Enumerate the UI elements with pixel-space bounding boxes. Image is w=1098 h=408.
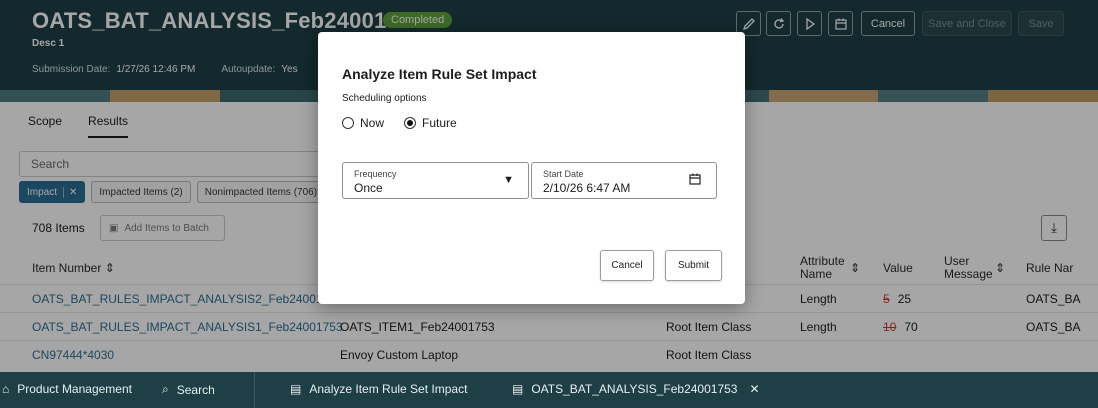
chevron-down-icon[interactable]: ▼ — [503, 174, 514, 186]
bottom-taskbar: ⌂ Product Management ⌕ Search ▤ Analyze … — [0, 372, 1098, 408]
taskbar-tab-analysis[interactable]: ▤ OATS_BAT_ANALYSIS_Feb24001753 ✕ — [512, 382, 760, 396]
radio-now-indicator[interactable] — [342, 117, 354, 129]
frequency-select[interactable]: Frequency Once ▼ — [342, 162, 529, 199]
search-icon: ⌕ — [162, 382, 169, 396]
frequency-label: Frequency — [354, 169, 397, 179]
frequency-value: Once — [354, 181, 383, 195]
taskbar-search-label: Search — [176, 382, 215, 397]
product-management-link[interactable]: ⌂ Product Management — [2, 382, 132, 396]
start-date-value: 2/10/26 6:47 AM — [543, 181, 631, 195]
taskbar-tab-analyze[interactable]: ▤ Analyze Item Rule Set Impact — [290, 382, 467, 396]
start-date-field[interactable]: Start Date 2/10/26 6:47 AM — [531, 162, 717, 199]
home-icon: ⌂ — [2, 382, 10, 396]
product-management-label: Product Management — [17, 382, 132, 396]
document-icon: ▤ — [512, 382, 524, 396]
dialog-cancel-button[interactable]: Cancel — [600, 250, 654, 281]
scheduling-options-label: Scheduling options — [342, 93, 427, 104]
radio-future-label: Future — [422, 116, 457, 130]
taskbar-tab-analyze-label: Analyze Item Rule Set Impact — [309, 382, 468, 396]
radio-now[interactable]: Now — [342, 116, 384, 130]
radio-future-indicator[interactable] — [404, 117, 416, 129]
submit-button[interactable]: Submit — [665, 250, 722, 281]
taskbar-search[interactable]: ⌕ Search — [162, 382, 215, 397]
radio-future[interactable]: Future — [404, 116, 457, 130]
document-icon: ▤ — [290, 382, 302, 396]
taskbar-divider — [254, 372, 255, 408]
radio-now-label: Now — [360, 116, 385, 130]
close-icon[interactable]: ✕ — [749, 382, 759, 396]
dialog-title: Analyze Item Rule Set Impact — [342, 66, 537, 82]
analyze-impact-dialog: Analyze Item Rule Set Impact Scheduling … — [318, 32, 745, 304]
start-date-label: Start Date — [543, 169, 584, 179]
taskbar-tab-analysis-label: OATS_BAT_ANALYSIS_Feb24001753 — [531, 382, 738, 396]
calendar-icon[interactable] — [688, 172, 702, 189]
